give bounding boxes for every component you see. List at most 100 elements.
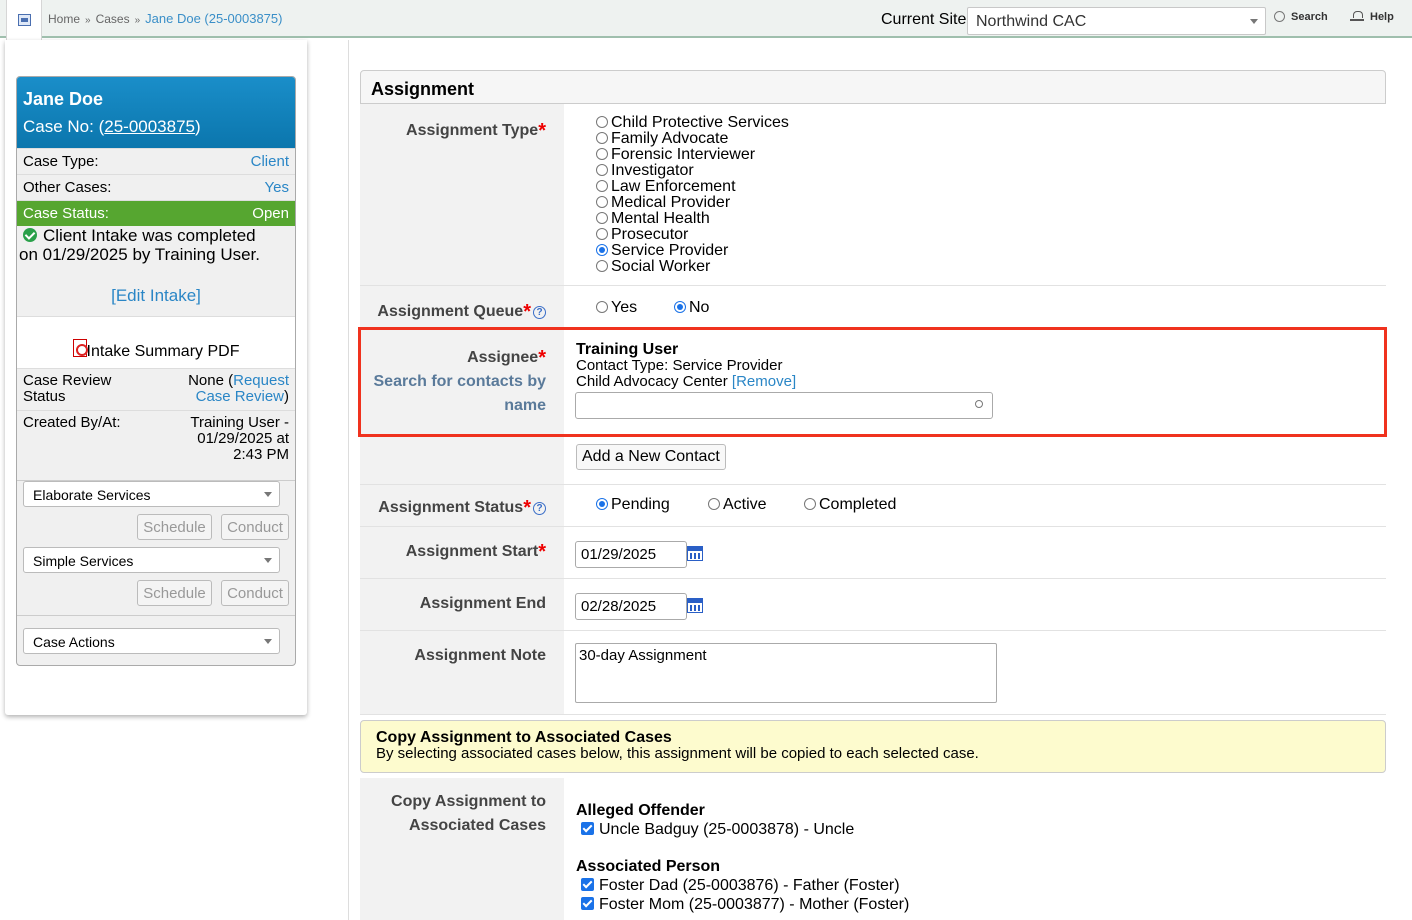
status-pending-option[interactable]: Pending — [596, 496, 670, 514]
case-review-close: ) — [284, 388, 289, 405]
assignment-type-option[interactable]: Service Provider — [596, 243, 789, 259]
edit-intake-link[interactable]: [Edit Intake] — [17, 286, 295, 316]
assignment-type-radio[interactable] — [596, 212, 608, 224]
assignment-type-radio-group: Child Protective Services Family Advocate… — [596, 115, 789, 275]
status-active-label: Active — [723, 496, 767, 513]
assignment-type-option[interactable]: Investigator — [596, 163, 789, 179]
status-pending-radio[interactable] — [596, 498, 608, 510]
simple-services-select[interactable]: Simple Services — [23, 547, 280, 573]
other-cases-row: Other Cases: Yes — [17, 174, 295, 200]
help-link[interactable]: Help — [1350, 11, 1394, 23]
assignment-type-radio[interactable] — [596, 244, 608, 256]
checkbox[interactable] — [581, 878, 594, 891]
case-actions-select[interactable]: Case Actions — [23, 628, 280, 654]
help-icon[interactable]: ? — [533, 306, 546, 319]
assignment-end-input[interactable]: 02/28/2025 — [575, 593, 687, 620]
associated-person-item[interactable]: Foster Mom (25-0003877) - Mother (Foster… — [576, 895, 1374, 914]
contact-search-input[interactable] — [575, 392, 993, 419]
copy-notice-title: Copy Assignment to Associated Cases — [376, 729, 672, 746]
assignment-type-option[interactable]: Law Enforcement — [596, 179, 789, 195]
assignment-type-option[interactable]: Family Advocate — [596, 131, 789, 147]
assignment-type-option-label: Child Protective Services — [611, 114, 789, 131]
breadcrumb-cases[interactable]: Cases — [96, 12, 130, 26]
assignee-hint: Search for contacts by name — [373, 373, 547, 414]
assignment-type-option-label: Social Worker — [611, 258, 711, 275]
assignee-value: Training User Contact Type: Service Prov… — [564, 328, 1386, 434]
assignment-status-label: Assignment Status*? — [360, 485, 564, 526]
remove-assignee-link[interactable]: [Remove] — [732, 373, 796, 390]
breadcrumb-current[interactable]: Jane Doe (25-0003875) — [145, 11, 282, 26]
assignment-queue-row: Assignment Queue*? Yes No — [360, 286, 1386, 328]
calendar-icon[interactable] — [687, 598, 703, 613]
simple-schedule-button[interactable]: Schedule — [137, 580, 212, 606]
queue-yes-option[interactable]: Yes — [596, 299, 637, 317]
copy-cases-label: Copy Assignment to Associated Cases — [360, 778, 564, 920]
breadcrumb-home[interactable]: Home — [48, 12, 80, 26]
breadcrumb: Home » Cases » Jane Doe (25-0003875) — [48, 11, 282, 26]
case-status-value: Open — [252, 205, 289, 222]
assignment-note-textarea[interactable]: 30-day Assignment — [575, 643, 997, 703]
case-actions-value: Case Actions — [33, 634, 115, 650]
checkbox[interactable] — [581, 822, 594, 835]
other-cases-value[interactable]: Yes — [265, 179, 289, 196]
assignment-type-radio[interactable] — [596, 196, 608, 208]
assignment-type-option[interactable]: Child Protective Services — [596, 115, 789, 131]
assignment-end-row: Assignment End 02/28/2025 — [360, 579, 1386, 631]
status-active-radio[interactable] — [708, 498, 720, 510]
case-number-link[interactable]: 25-0003875 — [104, 117, 195, 136]
checkbox[interactable] — [581, 897, 594, 910]
case-type-value[interactable]: Client — [251, 153, 289, 170]
assignment-end-cell: 02/28/2025 — [564, 579, 1386, 630]
current-site-select[interactable]: Northwind CAC — [967, 7, 1266, 35]
assignment-type-radio[interactable] — [596, 180, 608, 192]
associated-person-item[interactable]: Foster Dad (25-0003876) - Father (Foster… — [576, 876, 1374, 895]
calendar-icon[interactable] — [687, 546, 703, 561]
queue-yes-radio[interactable] — [596, 301, 608, 313]
queue-no-radio[interactable] — [674, 301, 686, 313]
alleged-offender-heading: Alleged Offender — [576, 802, 705, 819]
assignment-type-radio[interactable] — [596, 260, 608, 272]
associated-person-heading: Associated Person — [576, 858, 721, 875]
help-icon[interactable]: ? — [533, 502, 546, 515]
assignment-type-option[interactable]: Prosecutor — [596, 227, 789, 243]
assignment-type-radio[interactable] — [596, 116, 608, 128]
add-contact-cell: Add a New Contact — [564, 435, 1386, 484]
assignment-type-option-label: Prosecutor — [611, 226, 689, 243]
assignment-note-row: Assignment Note 30-day Assignment — [360, 631, 1386, 715]
assignment-type-option[interactable]: Social Worker — [596, 259, 789, 275]
assignment-type-label: Assignment Type* — [360, 104, 564, 285]
simple-conduct-button[interactable]: Conduct — [221, 580, 289, 606]
assignment-type-option[interactable]: Forensic Interviewer — [596, 147, 789, 163]
assignment-start-input[interactable]: 01/29/2025 — [575, 541, 687, 568]
assignment-type-radio[interactable] — [596, 132, 608, 144]
status-completed-option[interactable]: Completed — [804, 496, 896, 514]
assignment-queue-label: Assignment Queue*? — [360, 286, 564, 327]
case-status-label: Case Status: — [23, 205, 109, 222]
queue-no-option[interactable]: No — [674, 299, 709, 317]
chevron-down-icon — [264, 639, 272, 644]
assignee-name: Training User — [576, 341, 679, 358]
assignment-type-radio[interactable] — [596, 164, 608, 176]
search-label: Search — [1291, 11, 1328, 23]
app-menu-icon — [18, 14, 31, 26]
add-new-contact-button[interactable]: Add a New Contact — [576, 444, 726, 470]
assignee-org: Child Advocacy Center — [576, 373, 728, 390]
status-active-option[interactable]: Active — [708, 496, 767, 514]
created-label: Created By/At: — [23, 414, 121, 431]
required-marker: * — [523, 497, 531, 519]
assignment-type-option[interactable]: Medical Provider — [596, 195, 789, 211]
intake-pdf-link[interactable]: Intake Summary PDF — [17, 316, 295, 368]
search-link[interactable]: Search — [1274, 11, 1328, 23]
elaborate-services-value: Elaborate Services — [33, 487, 151, 503]
alleged-offender-item[interactable]: Uncle Badguy (25-0003878) - Uncle — [576, 820, 1374, 839]
elaborate-schedule-button[interactable]: Schedule — [137, 514, 212, 540]
assignment-type-radio[interactable] — [596, 228, 608, 240]
assignment-type-option[interactable]: Mental Health — [596, 211, 789, 227]
pdf-icon — [72, 339, 88, 357]
case-card: Jane Doe Case No: (25-0003875) Case Type… — [16, 76, 296, 666]
elaborate-conduct-button[interactable]: Conduct — [221, 514, 289, 540]
status-completed-radio[interactable] — [804, 498, 816, 510]
assignment-type-option-label: Service Provider — [611, 242, 729, 259]
assignment-type-radio[interactable] — [596, 148, 608, 160]
elaborate-services-select[interactable]: Elaborate Services — [23, 481, 280, 507]
